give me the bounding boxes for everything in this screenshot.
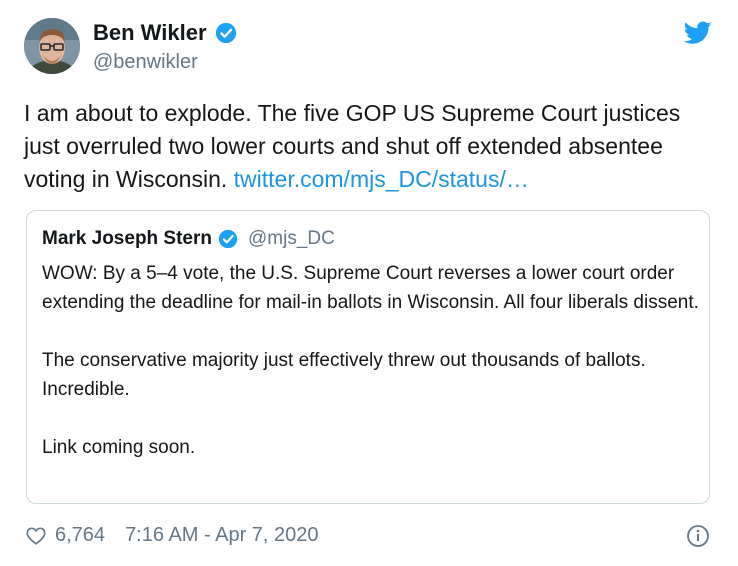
tweet-text: I am about to explode. The five GOP US S… — [24, 97, 714, 196]
quoted-author-handle[interactable]: @mjs_DC — [248, 228, 335, 250]
avatar-image — [24, 18, 80, 74]
author-name-row[interactable]: Ben Wikler — [93, 20, 237, 46]
author-handle[interactable]: @benwikler — [93, 51, 198, 74]
avatar[interactable] — [24, 18, 80, 74]
info-icon[interactable] — [686, 524, 710, 548]
author-name[interactable]: Ben Wikler — [93, 20, 207, 46]
quoted-paragraph: Link coming soon. — [42, 437, 196, 458]
quoted-text: WOW: By a 5–4 vote, the U.S. Supreme Cou… — [42, 259, 702, 462]
like-count[interactable]: 6,764 — [55, 524, 105, 547]
twitter-bird-icon[interactable] — [684, 21, 712, 45]
quoted-author-name[interactable]: Mark Joseph Stern — [42, 228, 212, 250]
timestamp[interactable]: 7:16 AM - Apr 7, 2020 — [125, 524, 318, 547]
tweet-link[interactable]: twitter.com/mjs_DC/status/… — [234, 166, 529, 192]
verified-badge-icon — [215, 22, 236, 44]
tweet-footer: 6,764 7:16 AM - Apr 7, 2020 — [25, 524, 319, 547]
verified-badge-icon — [218, 229, 238, 249]
quoted-paragraph: WOW: By a 5–4 vote, the U.S. Supreme Cou… — [42, 263, 699, 313]
quoted-header: Mark Joseph Stern @mjs_DC — [42, 228, 335, 250]
quoted-tweet[interactable]: Mark Joseph Stern @mjs_DC WOW: By a 5–4 … — [26, 210, 710, 504]
quoted-paragraph: The conservative majority just effective… — [42, 350, 646, 400]
heart-icon[interactable] — [25, 525, 47, 547]
